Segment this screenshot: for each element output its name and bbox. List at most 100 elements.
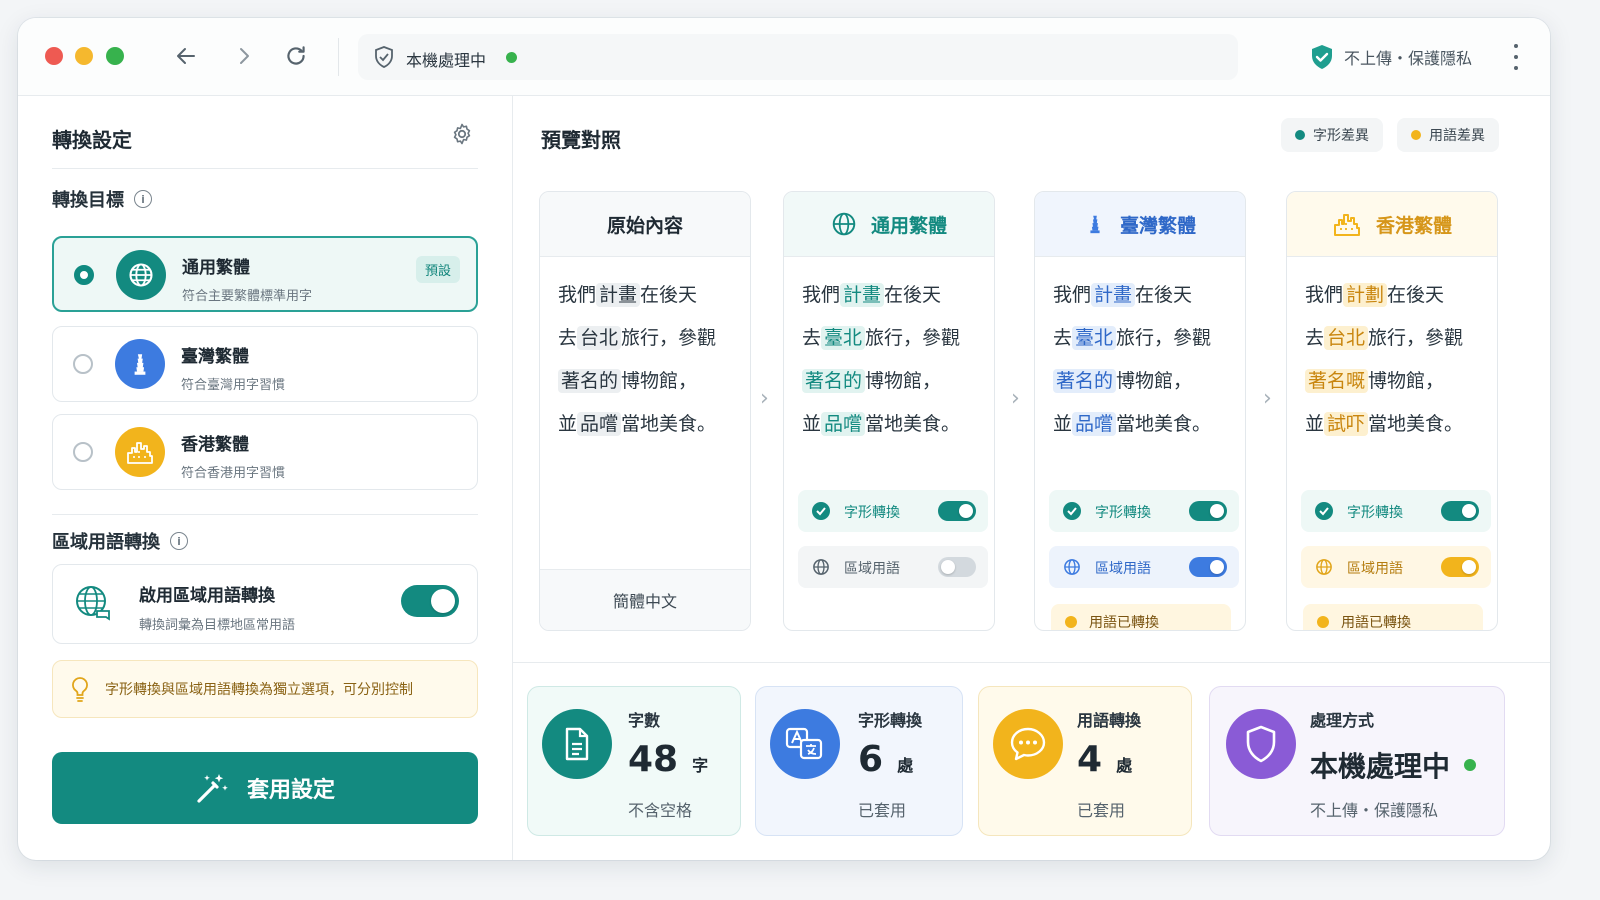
preview-text: 博物館， xyxy=(1116,370,1193,392)
stat-label: 處理方式 xyxy=(1310,711,1375,730)
address-bar[interactable]: 本機處理中 xyxy=(358,34,1238,80)
radio-unselected[interactable] xyxy=(73,442,93,462)
preview-text: 去 xyxy=(802,327,822,349)
option-desc: 符合主要繁體標準用字 xyxy=(182,289,313,304)
highlighted-term: 著名嘅 xyxy=(1305,369,1369,393)
preview-text: 我們 xyxy=(1053,284,1092,306)
regional-term-toggle[interactable] xyxy=(1189,557,1227,577)
maximize-window-button[interactable] xyxy=(106,47,124,65)
stat-sub: 不上傳・保護隱私 xyxy=(1310,801,1439,820)
option-desc: 符合香港用字習慣 xyxy=(181,466,286,481)
chevron-right-icon: › xyxy=(1011,386,1020,411)
stat-card-char-count: 字數 48 字 不含空格 xyxy=(527,686,741,836)
source-language-label: 簡體中文 xyxy=(612,592,677,611)
highlighted-term: 品嚐 xyxy=(821,412,866,436)
highlighted-term: 品嚐 xyxy=(577,412,622,436)
glyph-conversion-row: 字形轉換 xyxy=(798,490,988,532)
preview-text: 我們 xyxy=(558,284,597,306)
chevron-right-icon xyxy=(240,48,249,64)
glyph-conversion-row: 字形轉換 xyxy=(1301,490,1491,532)
skyline-icon xyxy=(1333,214,1360,236)
regional-term-toggle[interactable] xyxy=(938,557,976,577)
highlighted-term: 計畫 xyxy=(840,283,885,307)
globe-chat-icon xyxy=(76,586,110,621)
column-hongkong: 香港繁體 我們 計劃 在後天去台北 旅行，參觀 著名嘅 博物館，並試吓 當地美食。 字形轉換… xyxy=(1286,191,1498,631)
regional-label-text: 區域用語轉換 xyxy=(52,532,160,553)
preview-text: 旅行，參觀 xyxy=(621,327,717,349)
preview-line: 並試吓 當地美食。 xyxy=(1305,403,1463,446)
regional-term-row: 區域用語 xyxy=(1301,546,1491,588)
legend-label: 用語差異 xyxy=(1429,128,1485,144)
regional-term-toggle[interactable] xyxy=(1441,557,1479,577)
app-window: 本機處理中 不上傳・保護隱私 轉換設定 轉換目標 i 通用繁體 符合主要繁體標準… xyxy=(18,18,1550,860)
target-section-label: 轉換目標 i xyxy=(52,186,152,212)
highlighted-term: 著名的 xyxy=(558,369,622,393)
glyph-conversion-toggle[interactable] xyxy=(1189,501,1227,521)
more-options-button[interactable] xyxy=(1506,44,1526,70)
minimize-window-button[interactable] xyxy=(75,47,93,65)
settings-gear-button[interactable] xyxy=(450,122,474,150)
arrow-left-icon xyxy=(177,48,195,64)
highlighted-term: 臺北 xyxy=(1072,326,1117,350)
apply-settings-button[interactable]: 套用設定 xyxy=(52,752,478,824)
forward-button[interactable] xyxy=(228,40,260,72)
column-header: 通用繁體 xyxy=(784,192,994,257)
reload-button[interactable] xyxy=(280,40,312,72)
settings-title: 轉換設定 xyxy=(52,128,132,152)
preview-text: 旅行，參觀 xyxy=(1116,327,1212,349)
glyph-conversion-toggle[interactable] xyxy=(938,501,976,521)
preview-line: 著名的 博物館， xyxy=(558,360,716,403)
magic-wand-icon xyxy=(197,774,228,803)
status-dot xyxy=(506,52,517,63)
status-dot xyxy=(1464,759,1477,771)
highlighted-term: 臺北 xyxy=(821,326,866,350)
preview-text: 並 xyxy=(558,413,578,435)
preview-line: 著名的 博物館， xyxy=(1053,360,1211,403)
glyph-conversion-toggle[interactable] xyxy=(1441,501,1479,521)
column-general: 通用繁體 我們 計畫 在後天去臺北 旅行，參觀 著名的 博物館，並品嚐 當地美食。 字形轉換… xyxy=(783,191,995,631)
preview-text: 在後天 xyxy=(640,284,698,306)
option-taiwan-traditional[interactable]: 臺灣繁體 符合臺灣用字習慣 xyxy=(52,326,478,402)
column-footer: 簡體中文 xyxy=(540,569,750,630)
shield-check-icon xyxy=(1311,45,1332,69)
info-icon[interactable]: i xyxy=(134,190,152,208)
radio-unselected[interactable] xyxy=(73,354,93,374)
preview-text: 當地美食。 xyxy=(621,413,717,435)
stat-card-term-conversion: 用語轉換 4處 已套用 xyxy=(978,686,1192,836)
option-hongkong-traditional[interactable]: 香港繁體 符合香港用字習慣 xyxy=(52,414,478,490)
stat-card-glyph-conversion: 字形轉換 6處 已套用 xyxy=(755,686,963,836)
option-name: 香港繁體 xyxy=(181,435,249,455)
preview-text: 我們 xyxy=(802,284,841,306)
preview-line: 去台北 旅行，參觀 xyxy=(1305,317,1463,360)
option-name: 臺灣繁體 xyxy=(181,347,249,367)
preview-text: 我們 xyxy=(1305,284,1344,306)
back-button[interactable] xyxy=(170,40,202,72)
stat-value: 本機處理中 xyxy=(1310,745,1477,785)
term-converted-status: 用語已轉換 xyxy=(1303,604,1483,630)
column-title: 原始內容 xyxy=(606,214,683,237)
preview-text: 博物館， xyxy=(1368,370,1445,392)
term-converted-status: 用語已轉換 xyxy=(1051,604,1231,630)
column-text: 我們 計劃 在後天去台北 旅行，參觀 著名嘅 博物館，並試吓 當地美食。 xyxy=(1305,274,1463,446)
stat-sub: 已套用 xyxy=(858,801,907,820)
taipei101-icon xyxy=(115,339,165,389)
address-status-text: 本機處理中 xyxy=(406,51,487,70)
close-window-button[interactable] xyxy=(45,47,63,65)
regional-term-card: 啟用區域用語轉換 轉換詞彙為目標地區常用語 xyxy=(52,564,478,644)
translate-icon xyxy=(770,709,840,779)
preview-text: 博物館， xyxy=(621,370,698,392)
shield-icon xyxy=(1226,709,1296,779)
option-general-traditional[interactable]: 通用繁體 符合主要繁體標準用字 預設 xyxy=(52,236,478,312)
stat-value: 48 字 xyxy=(628,739,709,780)
info-icon[interactable]: i xyxy=(170,532,188,550)
column-title: 通用繁體 xyxy=(870,214,947,237)
globe-icon xyxy=(1316,559,1332,575)
stat-label: 用語轉換 xyxy=(1077,711,1142,730)
regional-toggle[interactable] xyxy=(401,585,459,617)
privacy-indicator: 不上傳・保護隱私 xyxy=(1310,44,1472,70)
radio-selected[interactable] xyxy=(74,265,94,285)
preview-line: 並品嚐 當地美食。 xyxy=(802,403,960,446)
highlighted-term: 台北 xyxy=(577,326,622,350)
preview-line: 去台北 旅行，參觀 xyxy=(558,317,716,360)
highlighted-term: 著名的 xyxy=(802,369,866,393)
